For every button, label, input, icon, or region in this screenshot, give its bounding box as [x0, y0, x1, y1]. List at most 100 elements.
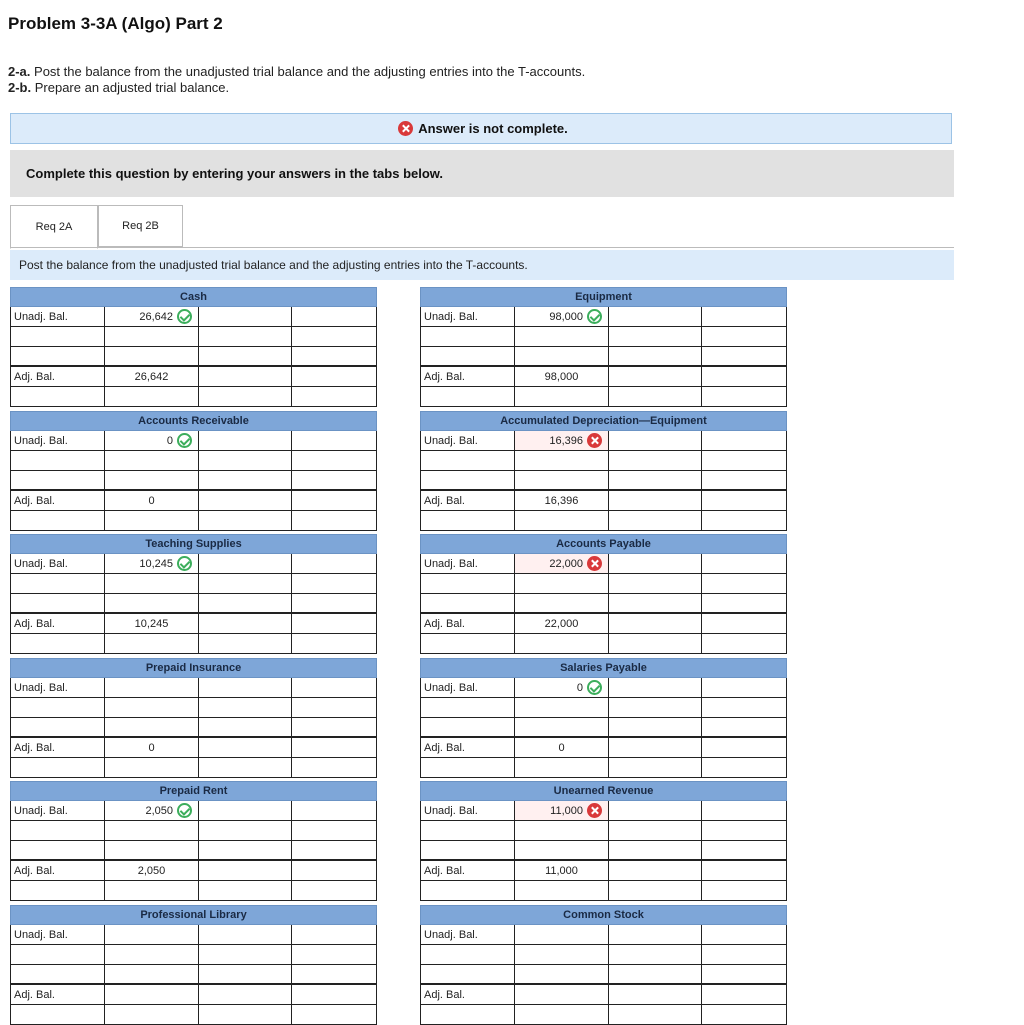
debit-amount-input[interactable]	[515, 965, 609, 985]
credit-label-cell[interactable]	[199, 738, 292, 758]
credit-amount-input[interactable]	[702, 801, 787, 821]
credit-label-cell[interactable]	[609, 861, 702, 881]
credit-label-cell[interactable]	[199, 698, 292, 718]
credit-amount-input[interactable]	[702, 431, 787, 451]
credit-label-cell[interactable]	[199, 367, 292, 387]
entry-label-cell[interactable]: Adj. Bal.	[10, 614, 105, 634]
debit-amount-input[interactable]	[515, 594, 609, 614]
credit-label-cell[interactable]	[609, 574, 702, 594]
credit-amount-input[interactable]	[292, 965, 377, 985]
entry-label-cell[interactable]	[10, 758, 105, 778]
credit-amount-input[interactable]	[702, 387, 787, 407]
debit-amount-input[interactable]	[515, 347, 609, 367]
credit-label-cell[interactable]	[609, 1005, 702, 1025]
entry-label-cell[interactable]	[420, 471, 515, 491]
debit-amount-input[interactable]	[105, 841, 199, 861]
credit-amount-input[interactable]	[292, 698, 377, 718]
credit-amount-input[interactable]	[702, 327, 787, 347]
credit-amount-input[interactable]	[702, 698, 787, 718]
entry-label-cell[interactable]: Unadj. Bal.	[10, 554, 105, 574]
credit-amount-input[interactable]	[702, 821, 787, 841]
credit-label-cell[interactable]	[609, 634, 702, 654]
credit-label-cell[interactable]	[609, 678, 702, 698]
entry-label-cell[interactable]	[10, 387, 105, 407]
credit-amount-input[interactable]	[292, 841, 377, 861]
debit-amount-input[interactable]	[515, 327, 609, 347]
entry-label-cell[interactable]	[420, 881, 515, 901]
entry-label-cell[interactable]	[10, 821, 105, 841]
credit-amount-input[interactable]	[702, 758, 787, 778]
credit-label-cell[interactable]	[609, 821, 702, 841]
entry-label-cell[interactable]	[10, 574, 105, 594]
credit-label-cell[interactable]	[199, 925, 292, 945]
credit-label-cell[interactable]	[199, 307, 292, 327]
debit-amount-input[interactable]	[105, 758, 199, 778]
debit-amount-input[interactable]	[105, 1005, 199, 1025]
credit-amount-input[interactable]	[292, 431, 377, 451]
credit-label-cell[interactable]	[199, 965, 292, 985]
debit-amount-input[interactable]: 22,000	[515, 554, 609, 574]
tab-req-2b[interactable]: Req 2B	[98, 205, 183, 247]
entry-label-cell[interactable]	[10, 634, 105, 654]
credit-label-cell[interactable]	[199, 431, 292, 451]
debit-amount-input[interactable]	[105, 821, 199, 841]
credit-label-cell[interactable]	[609, 881, 702, 901]
credit-amount-input[interactable]	[292, 574, 377, 594]
entry-label-cell[interactable]	[420, 574, 515, 594]
entry-label-cell[interactable]	[10, 841, 105, 861]
entry-label-cell[interactable]	[10, 471, 105, 491]
credit-label-cell[interactable]	[609, 387, 702, 407]
entry-label-cell[interactable]	[10, 718, 105, 738]
credit-amount-input[interactable]	[702, 925, 787, 945]
debit-amount-input[interactable]: 26,642	[105, 307, 199, 327]
credit-label-cell[interactable]	[609, 451, 702, 471]
debit-amount-input[interactable]	[105, 594, 199, 614]
credit-amount-input[interactable]	[292, 307, 377, 327]
credit-label-cell[interactable]	[609, 307, 702, 327]
credit-amount-input[interactable]	[292, 511, 377, 531]
entry-label-cell[interactable]: Unadj. Bal.	[420, 678, 515, 698]
debit-amount-input[interactable]	[515, 841, 609, 861]
debit-amount-input[interactable]: 11,000	[515, 801, 609, 821]
debit-amount-input[interactable]	[105, 634, 199, 654]
credit-label-cell[interactable]	[199, 594, 292, 614]
credit-label-cell[interactable]	[609, 367, 702, 387]
credit-label-cell[interactable]	[199, 758, 292, 778]
entry-label-cell[interactable]	[420, 821, 515, 841]
credit-amount-input[interactable]	[292, 801, 377, 821]
credit-amount-input[interactable]	[702, 945, 787, 965]
debit-amount-input[interactable]	[515, 945, 609, 965]
credit-amount-input[interactable]	[292, 758, 377, 778]
debit-amount-input[interactable]	[105, 511, 199, 531]
entry-label-cell[interactable]: Adj. Bal.	[420, 738, 515, 758]
credit-amount-input[interactable]	[292, 881, 377, 901]
credit-label-cell[interactable]	[609, 925, 702, 945]
debit-amount-input[interactable]	[105, 698, 199, 718]
credit-amount-input[interactable]	[292, 367, 377, 387]
tab-req-2a[interactable]: Req 2A	[10, 205, 98, 249]
credit-label-cell[interactable]	[199, 327, 292, 347]
entry-label-cell[interactable]	[10, 965, 105, 985]
debit-amount-input[interactable]	[515, 821, 609, 841]
credit-label-cell[interactable]	[609, 738, 702, 758]
entry-label-cell[interactable]: Adj. Bal.	[10, 861, 105, 881]
debit-amount-input[interactable]: 10,245	[105, 554, 199, 574]
credit-label-cell[interactable]	[199, 945, 292, 965]
debit-amount-input[interactable]	[515, 387, 609, 407]
credit-amount-input[interactable]	[702, 307, 787, 327]
debit-amount-input[interactable]	[105, 718, 199, 738]
debit-amount-input[interactable]	[515, 881, 609, 901]
debit-amount-input[interactable]	[105, 471, 199, 491]
credit-label-cell[interactable]	[199, 471, 292, 491]
credit-amount-input[interactable]	[702, 554, 787, 574]
credit-amount-input[interactable]	[702, 491, 787, 511]
credit-amount-input[interactable]	[292, 1005, 377, 1025]
debit-amount-input[interactable]: 0	[515, 678, 609, 698]
credit-label-cell[interactable]	[609, 431, 702, 451]
debit-amount-input[interactable]	[105, 925, 199, 945]
credit-amount-input[interactable]	[292, 925, 377, 945]
credit-label-cell[interactable]	[609, 801, 702, 821]
entry-label-cell[interactable]: Unadj. Bal.	[420, 307, 515, 327]
credit-label-cell[interactable]	[609, 758, 702, 778]
entry-label-cell[interactable]: Unadj. Bal.	[10, 801, 105, 821]
